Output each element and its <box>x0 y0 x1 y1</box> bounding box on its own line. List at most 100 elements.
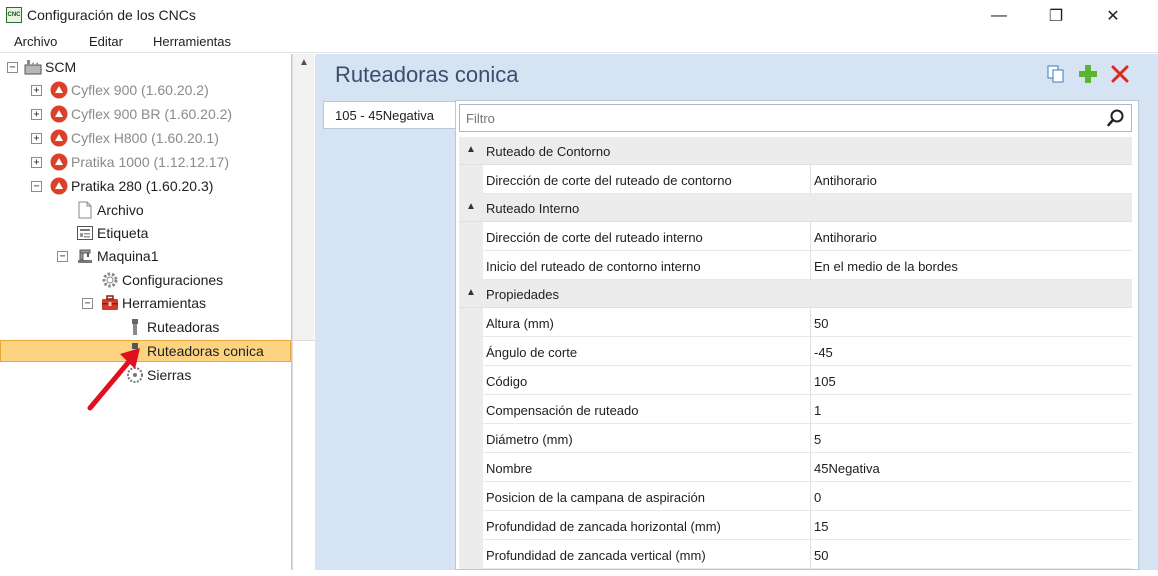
property-name: Altura (mm) <box>486 316 554 331</box>
scroll-thumb[interactable] <box>293 340 315 570</box>
property-value[interactable]: Antihorario <box>814 230 877 245</box>
tree-expand-toggle[interactable]: + <box>31 109 42 120</box>
tree-expand-toggle[interactable]: + <box>31 133 42 144</box>
property-value[interactable]: 105 <box>814 374 836 389</box>
router-bit-icon <box>126 318 144 336</box>
property-value[interactable]: 45Negativa <box>814 461 880 476</box>
property-value[interactable]: Antihorario <box>814 173 877 188</box>
property-row[interactable]: Diámetro (mm) 5 <box>459 424 1132 453</box>
property-row[interactable]: Nombre 45Negativa <box>459 453 1132 482</box>
filter-box[interactable] <box>459 104 1132 132</box>
minimize-button[interactable]: — <box>976 0 1022 31</box>
add-button[interactable] <box>1077 64 1099 86</box>
menu-editar[interactable]: Editar <box>89 34 123 49</box>
column-divider[interactable] <box>810 482 811 511</box>
tree-item-archivo[interactable]: Archivo <box>76 199 144 221</box>
property-row[interactable]: Inicio del ruteado de contorno interno E… <box>459 251 1132 280</box>
property-name: Dirección de corte del ruteado interno <box>486 230 703 245</box>
column-divider[interactable] <box>810 424 811 453</box>
tree-item-herramientas[interactable]: Herramientas <box>101 292 206 314</box>
property-row[interactable]: Compensación de ruteado 1 <box>459 395 1132 424</box>
menu-herramientas[interactable]: Herramientas <box>153 34 231 49</box>
column-divider[interactable] <box>810 337 811 366</box>
property-value[interactable]: En el medio de la bordes <box>814 259 958 274</box>
property-name: Profundidad de zancada vertical (mm) <box>486 548 706 563</box>
close-button[interactable]: ✕ <box>1090 0 1136 31</box>
property-value[interactable]: 50 <box>814 316 828 331</box>
copy-icon <box>1047 65 1064 83</box>
tree-item-scm[interactable]: SCM <box>24 56 76 78</box>
machine-icon <box>50 177 68 195</box>
tree-collapse-toggle[interactable]: − <box>7 62 18 73</box>
tree-item-machine[interactable]: Cyflex 900 (1.60.20.2) <box>50 79 209 101</box>
property-value[interactable]: 1 <box>814 403 821 418</box>
category-row[interactable]: ▲ Ruteado Interno <box>459 194 1132 222</box>
property-value[interactable]: -45 <box>814 345 833 360</box>
machine-icon <box>50 129 68 147</box>
property-value[interactable]: 50 <box>814 548 828 563</box>
copy-button[interactable] <box>1045 64 1067 86</box>
tree-item-ruteadoras[interactable]: Ruteadoras <box>126 316 219 338</box>
machine-icon <box>50 105 68 123</box>
row-gutter <box>459 337 483 366</box>
column-divider[interactable] <box>810 222 811 251</box>
tree-item-maquina[interactable]: Maquina1 <box>76 245 159 267</box>
tree-label: Configuraciones <box>122 272 224 288</box>
tree-scrollbar[interactable]: ▲ <box>292 54 315 570</box>
column-divider[interactable] <box>810 366 811 395</box>
tree-item-machine[interactable]: Cyflex 900 BR (1.60.20.2) <box>50 103 232 125</box>
property-name: Profundidad de zancada horizontal (mm) <box>486 519 721 534</box>
tab-tool[interactable]: 105 - 45Negativa <box>323 101 455 129</box>
property-value[interactable]: 0 <box>814 490 821 505</box>
property-row[interactable]: Posicion de la campana de aspiración 0 <box>459 482 1132 511</box>
scroll-up-arrow-icon[interactable]: ▲ <box>293 54 315 72</box>
property-name: Código <box>486 374 528 389</box>
column-divider[interactable] <box>810 540 811 569</box>
tree-collapse-toggle[interactable]: − <box>31 181 42 192</box>
delete-button[interactable] <box>1109 64 1131 86</box>
category-row[interactable]: ▲ Ruteado de Contorno <box>459 137 1132 165</box>
category-row[interactable]: ▲ Propiedades <box>459 280 1132 308</box>
property-row[interactable]: Altura (mm) 50 <box>459 308 1132 337</box>
search-icon[interactable] <box>1107 109 1125 127</box>
tree-item-machine[interactable]: Cyflex H800 (1.60.20.1) <box>50 127 219 149</box>
tree-item-machine[interactable]: Pratika 280 (1.60.20.3) <box>50 175 213 197</box>
property-row[interactable]: Ángulo de corte -45 <box>459 337 1132 366</box>
property-row[interactable]: Código 105 <box>459 366 1132 395</box>
row-gutter <box>459 308 483 337</box>
chevron-up-icon[interactable]: ▲ <box>466 201 476 212</box>
tree-collapse-toggle[interactable]: − <box>57 251 68 262</box>
filter-input[interactable] <box>460 105 1100 131</box>
menu-archivo[interactable]: Archivo <box>14 34 57 49</box>
column-divider[interactable] <box>810 511 811 540</box>
category-label: Ruteado Interno <box>486 201 580 216</box>
restore-button[interactable]: ❐ <box>1033 0 1079 31</box>
column-divider[interactable] <box>810 453 811 482</box>
column-divider[interactable] <box>810 165 811 194</box>
tree-expand-toggle[interactable]: + <box>31 157 42 168</box>
category-label: Propiedades <box>486 287 559 302</box>
column-divider[interactable] <box>810 395 811 424</box>
tree-label: Cyflex 900 BR (1.60.20.2) <box>71 106 233 122</box>
property-value[interactable]: 5 <box>814 432 821 447</box>
chevron-up-icon[interactable]: ▲ <box>466 287 476 298</box>
tree-item-configuraciones[interactable]: Configuraciones <box>101 269 223 291</box>
property-row[interactable]: Profundidad de zancada vertical (mm) 50 <box>459 540 1132 569</box>
property-row[interactable]: Profundidad de zancada horizontal (mm) 1… <box>459 511 1132 540</box>
tree-expand-toggle[interactable]: + <box>31 85 42 96</box>
tree-item-machine[interactable]: Pratika 1000 (1.12.12.17) <box>50 151 229 173</box>
property-row[interactable]: Dirección de corte del ruteado interno A… <box>459 222 1132 251</box>
tree-label: Maquina1 <box>97 248 159 264</box>
property-row[interactable]: Dirección de corte del ruteado de contor… <box>459 165 1132 194</box>
chevron-up-icon[interactable]: ▲ <box>466 144 476 155</box>
tree-item-etiqueta[interactable]: Etiqueta <box>76 222 148 244</box>
property-name: Ángulo de corte <box>486 345 578 360</box>
tree-collapse-toggle[interactable]: − <box>82 298 93 309</box>
column-divider[interactable] <box>810 251 811 280</box>
column-divider[interactable] <box>810 308 811 337</box>
title-bar: CNC Configuración de los CNCs — ❐ ✕ <box>0 0 1158 31</box>
row-gutter <box>459 395 483 424</box>
tree-panel: − SCM + Cyflex 900 (1.60.20.2) + Cyflex … <box>0 54 292 570</box>
row-gutter <box>459 453 483 482</box>
property-value[interactable]: 15 <box>814 519 828 534</box>
